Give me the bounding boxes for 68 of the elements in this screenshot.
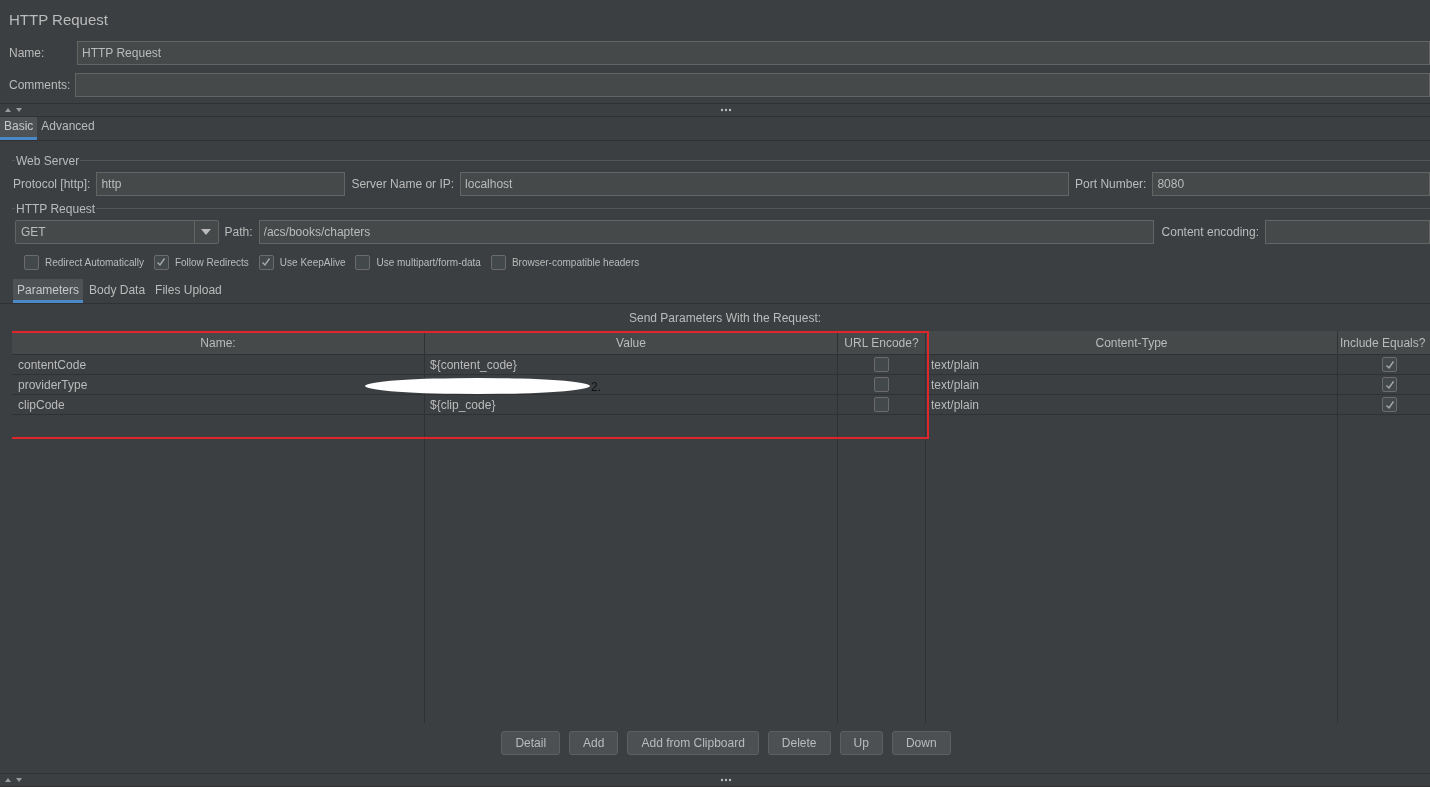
check-icon — [156, 257, 167, 268]
group-legend: Web Server — [15, 151, 81, 170]
column-header[interactable]: Content-Type — [926, 331, 1338, 355]
name-field[interactable]: HTTP Request — [77, 41, 1430, 66]
checked-checkbox[interactable] — [1382, 357, 1397, 373]
checkbox[interactable] — [874, 357, 889, 373]
comments-field[interactable] — [75, 72, 1430, 97]
panel-title: HTTP Request — [9, 9, 108, 30]
option-label: Redirect Automatically — [45, 255, 144, 270]
action-button[interactable]: Add — [569, 731, 619, 756]
tab[interactable]: Advanced — [37, 115, 99, 140]
action-button[interactable]: Up — [839, 731, 883, 756]
table-cell: contentCode — [12, 355, 425, 375]
encoding-field[interactable] — [1265, 219, 1430, 244]
check-icon — [1384, 379, 1395, 390]
tab[interactable]: Body Data — [85, 279, 150, 304]
column-header[interactable]: Name: — [12, 331, 425, 355]
table-caption: Send Parameters With the Request: — [628, 309, 822, 327]
table-cell: clipCode — [12, 395, 425, 415]
path-field[interactable]: /acs/books/chapters — [258, 219, 1154, 244]
checkbox[interactable] — [24, 254, 39, 270]
field-label: Comments: — [9, 76, 72, 94]
action-button[interactable]: Detail — [501, 731, 561, 756]
option-label: Use multipart/form-data — [376, 255, 481, 270]
text-field[interactable]: localhost — [460, 171, 1070, 196]
option-label: Browser-compatible headers — [511, 255, 640, 270]
tab[interactable]: Parameters — [13, 279, 84, 304]
checkbox[interactable] — [490, 254, 506, 270]
checked-checkbox[interactable] — [153, 254, 169, 270]
option-label: Follow Redirects — [174, 255, 249, 270]
action-button[interactable]: Down — [891, 731, 951, 756]
collapse-arrows-icon[interactable] — [4, 105, 24, 114]
checked-checkbox[interactable] — [1382, 377, 1397, 393]
checkbox[interactable] — [874, 377, 889, 393]
tab[interactable]: Files Upload — [151, 279, 226, 304]
column-header[interactable]: URL Encode? — [838, 331, 926, 355]
column-header[interactable]: Value — [425, 331, 838, 355]
field-label: Name: — [9, 45, 46, 63]
table-cell: text/plain — [926, 395, 1338, 415]
checkbox[interactable] — [355, 254, 371, 270]
method-dropdown[interactable]: GET — [15, 219, 219, 244]
text-field[interactable]: 8080 — [1152, 171, 1430, 196]
field-label: Protocol [http]: — [13, 175, 91, 193]
option-label: Use KeepAlive — [279, 255, 346, 270]
text-field[interactable]: http — [96, 171, 346, 196]
checkbox[interactable] — [874, 397, 889, 413]
field-label: Path: — [224, 223, 253, 241]
field-label: Content encoding: — [1161, 223, 1259, 241]
action-button[interactable]: Add from Clipboard — [627, 731, 759, 756]
table-cell: text/plain — [926, 375, 1338, 395]
tab[interactable]: Basic — [0, 115, 38, 140]
dropdown-caret-icon — [201, 228, 212, 235]
check-icon — [1384, 359, 1395, 370]
field-label: Server Name or IP: — [351, 175, 455, 193]
action-button[interactable]: Delete — [767, 731, 831, 756]
drag-handle-icon[interactable] — [720, 107, 732, 112]
check-icon — [1384, 399, 1395, 410]
field-label: Port Number: — [1075, 175, 1147, 193]
checked-checkbox[interactable] — [258, 254, 274, 270]
group-legend: HTTP Request — [15, 199, 97, 218]
drag-handle-icon[interactable] — [720, 778, 732, 782]
table-cell-text: ${clip_code} — [430, 396, 496, 414]
column-header[interactable]: Include Equals? — [1338, 331, 1430, 355]
collapse-arrows-icon[interactable] — [4, 776, 24, 784]
check-icon — [261, 257, 272, 268]
table-cell: text/plain — [926, 355, 1338, 375]
table-cell-text: ${content_code} — [430, 356, 517, 374]
checked-checkbox[interactable] — [1382, 397, 1397, 413]
